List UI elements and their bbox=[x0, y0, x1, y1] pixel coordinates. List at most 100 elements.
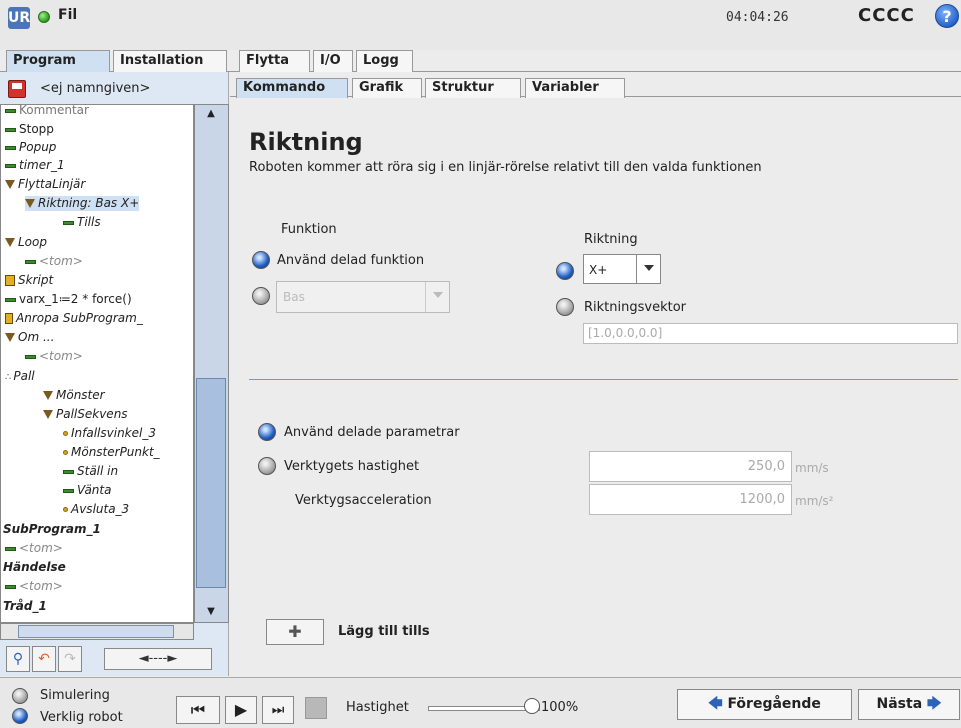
speed-slider-handle[interactable] bbox=[524, 698, 540, 714]
tree-node-direction-selected[interactable]: Riktning: Bas X+ bbox=[25, 196, 140, 211]
chevron-down-icon bbox=[425, 282, 449, 312]
tree-node-pallet[interactable]: ∴ Pall bbox=[5, 369, 35, 385]
line-icon bbox=[25, 354, 36, 359]
script-icon bbox=[5, 275, 15, 286]
tree-node-pattern-point[interactable]: MönsterPunkt_ bbox=[63, 445, 160, 460]
file-menu[interactable]: Fil bbox=[58, 7, 77, 23]
title-bar bbox=[0, 0, 961, 50]
waypoint-icon bbox=[63, 431, 68, 436]
tree-node-set[interactable]: Ställ in bbox=[63, 464, 118, 479]
stop-icon[interactable] bbox=[305, 697, 327, 719]
tree-node-timer[interactable]: timer_1 bbox=[5, 158, 65, 173]
line-icon bbox=[25, 259, 36, 264]
simulation-label: Simulering bbox=[40, 688, 110, 703]
tab-variables[interactable]: Variabler bbox=[525, 78, 625, 98]
tree-node-popup[interactable]: Popup bbox=[5, 140, 56, 155]
tree-node-empty[interactable]: <tom> bbox=[25, 254, 83, 269]
tree-node-script[interactable]: Skript bbox=[5, 273, 53, 288]
tree-node-wait[interactable]: Vänta bbox=[63, 483, 111, 498]
horizontal-scroll-thumb[interactable] bbox=[18, 625, 174, 638]
tree-node-call-subprogram[interactable]: Anropa SubProgram_ bbox=[5, 311, 143, 326]
section-divider bbox=[249, 379, 958, 380]
direction-label: Riktning bbox=[584, 232, 638, 247]
page-description: Roboten kommer att röra sig i en linjär-… bbox=[249, 160, 762, 175]
line-icon bbox=[5, 584, 16, 589]
tab-io[interactable]: I/O bbox=[313, 50, 353, 72]
tree-node-empty[interactable]: <tom> bbox=[25, 349, 83, 364]
next-button[interactable]: Nästa 🡆 bbox=[858, 689, 960, 720]
tree-node-assignment[interactable]: varx_1≔2 * force() bbox=[5, 292, 132, 307]
tool-speed-unit: mm/s bbox=[795, 461, 829, 475]
tree-node-movel[interactable]: FlyttaLinjär bbox=[5, 177, 85, 192]
use-shared-feature-radio[interactable] bbox=[252, 251, 270, 269]
previous-button[interactable]: 🡄 Föregående bbox=[677, 689, 852, 720]
scroll-down-arrow-icon[interactable]: ▼ bbox=[198, 604, 224, 620]
tool-speed-field[interactable]: 250,0 bbox=[589, 451, 792, 482]
speed-label: Hastighet bbox=[346, 700, 409, 715]
tool-accel-label: Verktygsacceleration bbox=[295, 493, 432, 508]
undo-icon[interactable]: ↶ bbox=[32, 646, 56, 672]
scroll-up-arrow-icon[interactable]: ▲ bbox=[198, 106, 224, 122]
direction-vector-label: Riktningsvektor bbox=[584, 300, 687, 315]
direction-axis-radio[interactable] bbox=[556, 262, 574, 280]
direction-vector-field[interactable]: [1.0,0.0,0.0] bbox=[583, 323, 958, 344]
line-icon bbox=[5, 127, 16, 132]
program-tree[interactable]: Kommentar Stopp Popup timer_1 FlyttaLinj… bbox=[0, 104, 194, 623]
tree-node-stop[interactable]: Stopp bbox=[5, 122, 54, 137]
line-icon bbox=[5, 145, 16, 150]
tab-move[interactable]: Flytta bbox=[239, 50, 310, 72]
use-shared-feature-label: Använd delad funktion bbox=[277, 253, 425, 268]
direction-vector-radio[interactable] bbox=[556, 298, 574, 316]
move-node-button[interactable]: ◄----► bbox=[104, 648, 212, 670]
tab-program[interactable]: Program bbox=[6, 50, 110, 72]
feature-select-radio[interactable] bbox=[252, 287, 270, 305]
tree-node-exit[interactable]: Avsluta_3 bbox=[63, 502, 129, 517]
tab-log[interactable]: Logg bbox=[356, 50, 413, 72]
scroll-thumb[interactable] bbox=[196, 378, 226, 588]
tree-node-thread[interactable]: Tråd_1 bbox=[3, 599, 47, 614]
tree-node-loop[interactable]: Loop bbox=[5, 235, 47, 250]
program-name: <ej namngiven> bbox=[40, 81, 151, 96]
tool-speed-label: Verktygets hastighet bbox=[284, 459, 420, 474]
page-title: Riktning bbox=[249, 128, 363, 156]
custom-params-radio[interactable] bbox=[258, 457, 276, 475]
tool-accel-field[interactable]: 1200,0 bbox=[589, 484, 792, 515]
arrow-left-icon: 🡄 bbox=[708, 696, 723, 712]
expand-triangle-icon bbox=[5, 238, 15, 247]
tree-node-until[interactable]: Tills bbox=[63, 215, 101, 230]
rewind-icon[interactable]: ⏮ bbox=[176, 696, 220, 724]
real-robot-radio[interactable] bbox=[12, 708, 28, 724]
waypoint-icon bbox=[63, 450, 68, 455]
tab-command[interactable]: Kommando bbox=[236, 78, 348, 98]
tree-node-comment[interactable]: Kommentar bbox=[5, 105, 89, 118]
tree-node-empty[interactable]: <tom> bbox=[5, 579, 63, 594]
arrow-right-icon: 🡆 bbox=[927, 696, 942, 712]
search-icon[interactable]: ⚲ bbox=[6, 646, 30, 672]
simulation-radio[interactable] bbox=[12, 688, 28, 704]
call-icon bbox=[5, 313, 13, 324]
tree-node-if[interactable]: Om ... bbox=[5, 330, 54, 345]
tree-node-approach[interactable]: Infallsvinkel_3 bbox=[63, 426, 156, 441]
tree-node-event[interactable]: Händelse bbox=[3, 560, 66, 575]
robot-status-icon bbox=[38, 11, 50, 23]
direction-select-value: X+ bbox=[589, 263, 608, 277]
tab-structure[interactable]: Struktur bbox=[425, 78, 521, 98]
add-until-button[interactable]: ✚ bbox=[266, 619, 324, 645]
tab-installation[interactable]: Installation bbox=[113, 50, 227, 72]
tree-node-subprogram[interactable]: SubProgram_1 bbox=[3, 522, 101, 537]
speed-value: 100% bbox=[541, 700, 579, 715]
use-shared-params-radio[interactable] bbox=[258, 423, 276, 441]
expand-triangle-icon bbox=[25, 199, 35, 208]
save-icon[interactable] bbox=[8, 80, 26, 98]
tree-node-pattern[interactable]: Mönster bbox=[43, 388, 105, 403]
tree-node-pallet-sequence[interactable]: PallSekvens bbox=[43, 407, 128, 422]
help-icon[interactable]: ? bbox=[935, 4, 959, 28]
direction-select[interactable]: X+ bbox=[583, 254, 661, 284]
play-icon[interactable]: ▶ bbox=[225, 696, 257, 724]
waypoint-icon bbox=[63, 507, 68, 512]
redo-icon[interactable]: ↷ bbox=[58, 646, 82, 672]
feature-select[interactable]: Bas bbox=[276, 281, 450, 313]
tab-graphics[interactable]: Grafik bbox=[352, 78, 422, 98]
step-icon[interactable]: ⏭ bbox=[262, 696, 294, 724]
tree-node-empty[interactable]: <tom> bbox=[5, 541, 63, 556]
